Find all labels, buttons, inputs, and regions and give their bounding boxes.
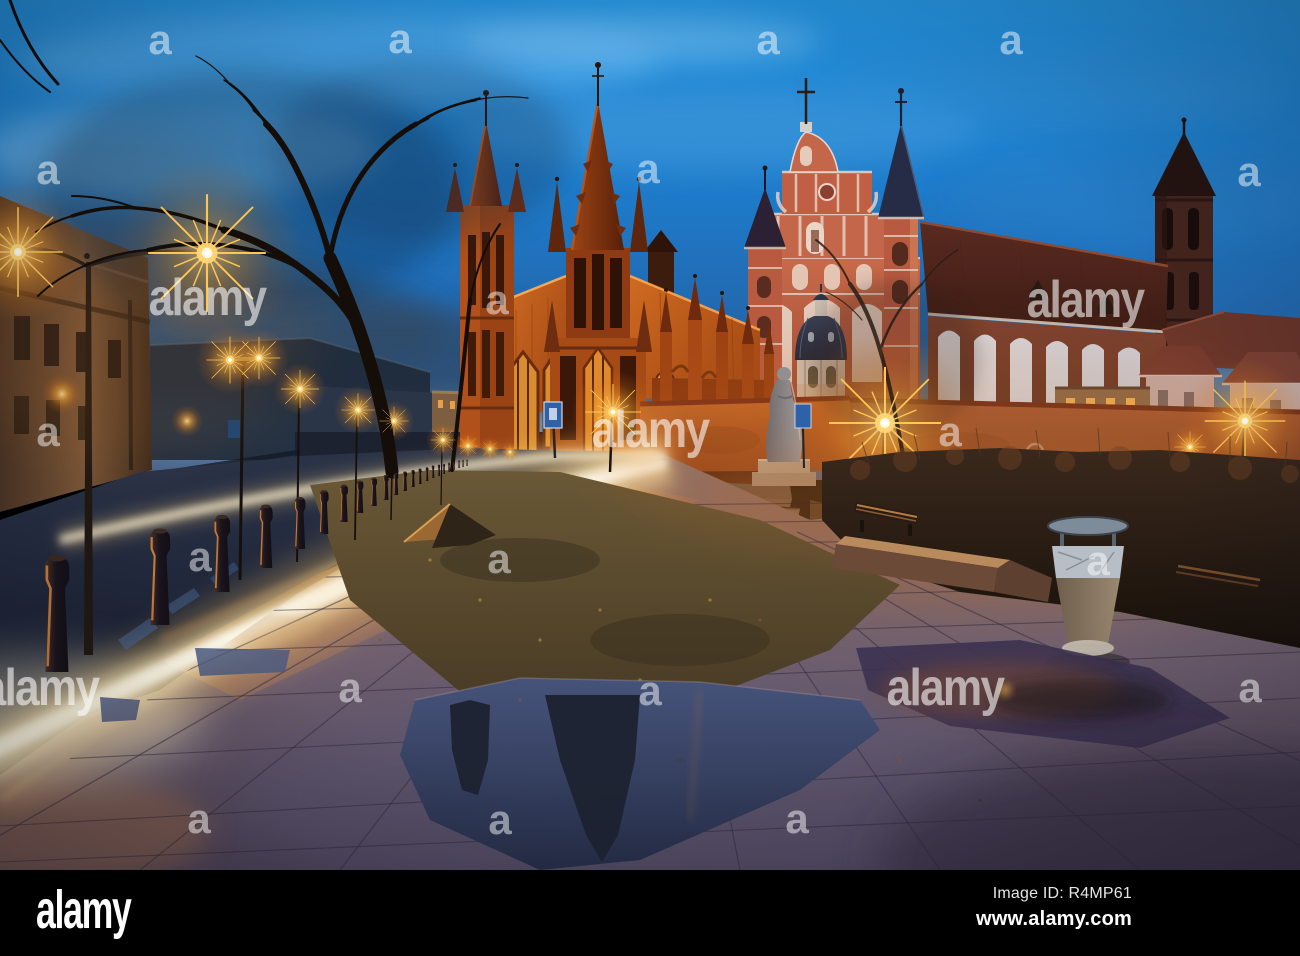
footer-info: Image ID: R4MP61 www.alamy.com — [976, 885, 1132, 931]
stock-photo-page: alamyalamyalamyalamyalamyaaaaaaaaaaaaaaa… — [0, 0, 1300, 956]
footer-bar: alamy Image ID: R4MP61 www.alamy.com — [0, 870, 1300, 956]
vignette — [0, 0, 1300, 870]
photo-vilnius-churches-dusk — [0, 0, 1300, 870]
alamy-url: www.alamy.com — [976, 908, 1132, 930]
image-id: Image ID: R4MP61 — [992, 885, 1132, 902]
alamy-logo: alamy — [36, 879, 132, 940]
